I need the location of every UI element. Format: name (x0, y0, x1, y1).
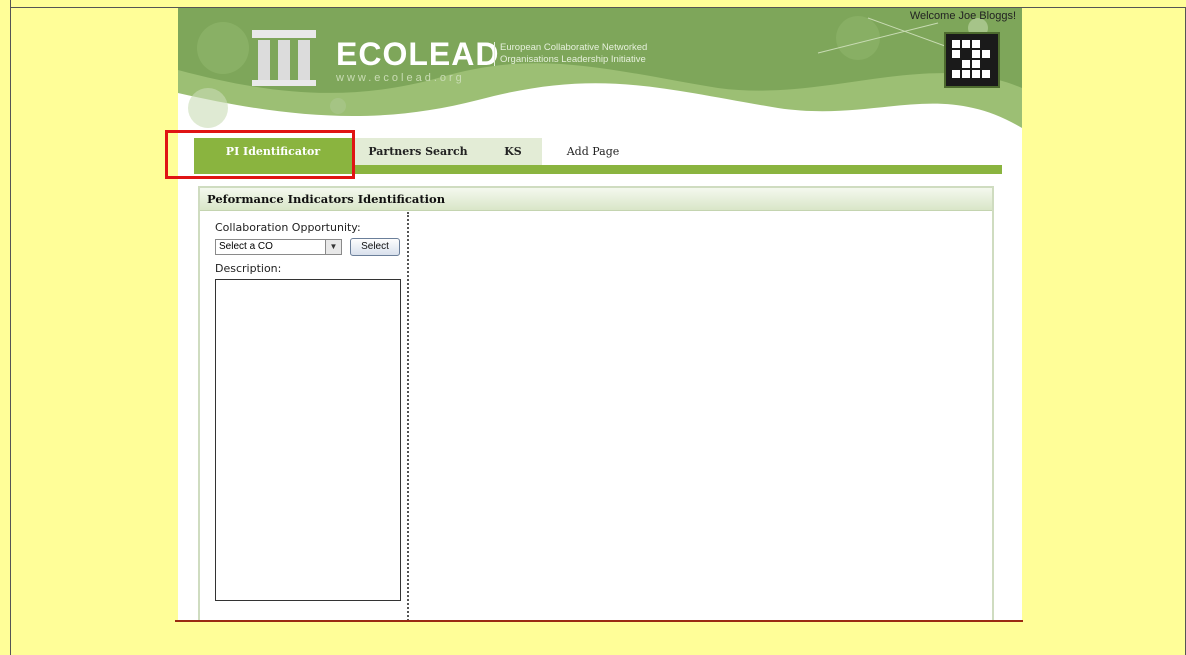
tagline-line-2: Organisations Leadership Initiative (500, 54, 646, 65)
panel-title: Peformance Indicators Identification (200, 188, 992, 211)
description-textarea[interactable] (215, 279, 401, 601)
header-banner: ECOLEAD www.ecolead.org European Collabo… (178, 8, 1022, 138)
select-button[interactable]: Select (350, 238, 400, 256)
pi-identification-panel: Peformance Indicators Identification Col… (198, 186, 994, 620)
co-label: Collaboration Opportunity: (215, 221, 361, 234)
logo-tagline: European Collaborative Networked Organis… (494, 42, 647, 66)
welcome-message: Welcome Joe Bloggs! (909, 10, 1016, 22)
columns-logo-icon (252, 30, 316, 86)
tagline-line-1: European Collaborative Networked (500, 42, 648, 53)
logo-url: www.ecolead.org (336, 72, 465, 84)
tab-add-page[interactable]: Add Page (542, 138, 644, 165)
co-select[interactable]: Select a CO ▼ (215, 239, 342, 255)
outer-border-left (10, 0, 11, 655)
left-column: Collaboration Opportunity: Select a CO ▼… (200, 212, 409, 620)
logo-text: ECOLEAD (336, 36, 500, 72)
highlight-annotation-box (165, 130, 355, 179)
bottom-rule (175, 620, 1023, 622)
grid-logo-icon[interactable] (944, 32, 1000, 88)
co-select-value: Select a CO (219, 241, 273, 252)
description-label: Description: (215, 262, 282, 275)
browser-page: ECOLEAD www.ecolead.org European Collabo… (178, 8, 1022, 620)
tab-partners-search[interactable]: Partners Search (352, 138, 484, 165)
tab-ks[interactable]: KS (484, 138, 542, 165)
chevron-down-icon[interactable]: ▼ (325, 240, 341, 254)
